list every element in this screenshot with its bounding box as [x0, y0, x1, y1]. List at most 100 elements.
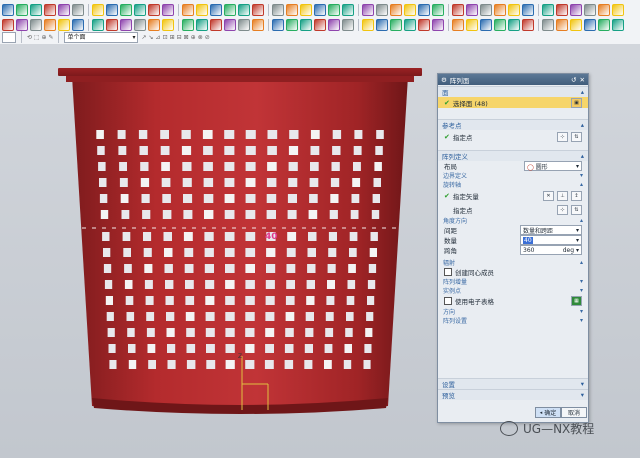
boss-icon[interactable]: [362, 19, 374, 31]
shell-icon[interactable]: [106, 19, 118, 31]
rectangle-icon[interactable]: [494, 4, 506, 16]
spacing-select[interactable]: 数量和跨距 ▾: [520, 225, 582, 235]
mirror-icon[interactable]: [570, 4, 582, 16]
snap-icon[interactable]: [314, 4, 326, 16]
color-icon[interactable]: [342, 4, 354, 16]
rotate-icon[interactable]: [300, 4, 312, 16]
select-icon[interactable]: [362, 4, 374, 16]
concentric-row[interactable]: 创建同心成员: [438, 267, 588, 277]
settings-icon[interactable]: [286, 19, 298, 31]
measure-icon[interactable]: [224, 4, 236, 16]
rotate-icon[interactable]: [598, 19, 610, 31]
rectangle-icon[interactable]: [72, 19, 84, 31]
zoom-icon[interactable]: [272, 4, 284, 16]
revolve-icon[interactable]: [44, 4, 56, 16]
hole-icon[interactable]: [58, 4, 70, 16]
view-icon[interactable]: [196, 19, 208, 31]
reset-icon[interactable]: ↺: [571, 76, 576, 84]
section-array-header[interactable]: 阵列定义 ▴: [438, 150, 588, 161]
extrude-icon[interactable]: [390, 4, 402, 16]
line-icon[interactable]: [390, 19, 402, 31]
snap-icon[interactable]: [612, 19, 624, 31]
array-settings-header[interactable]: 阵列设置 ▾: [438, 316, 588, 325]
sketch-icon[interactable]: [376, 19, 388, 31]
section-settings-header[interactable]: 设置 ▾: [438, 378, 588, 389]
render-icon[interactable]: [252, 4, 264, 16]
color-icon[interactable]: [272, 19, 284, 31]
section-ref-header[interactable]: 参考点 ▴: [438, 119, 588, 130]
pan-icon[interactable]: [584, 19, 596, 31]
spreadsheet-icon[interactable]: ▦: [571, 296, 582, 306]
render-icon[interactable]: [612, 4, 624, 16]
face-select-icon[interactable]: ▣: [571, 97, 582, 108]
radiate-header[interactable]: 辐射 ▴: [438, 258, 588, 267]
fillet-icon[interactable]: [508, 4, 520, 16]
layout-select[interactable]: ◯ 圆形 ▾: [524, 161, 582, 171]
spreadsheet-row[interactable]: 使用电子表格 ▦: [438, 295, 588, 307]
span-input[interactable]: 360 deg ▾: [520, 245, 582, 255]
orientation-header[interactable]: 方向 ▾: [438, 307, 588, 316]
line-icon[interactable]: [452, 4, 464, 16]
sketch-icon[interactable]: [16, 19, 28, 31]
circle-icon[interactable]: [418, 19, 430, 31]
pan-icon[interactable]: [224, 19, 236, 31]
trim-icon[interactable]: [182, 4, 194, 16]
chamfer-icon[interactable]: [522, 4, 534, 16]
array-increment-header[interactable]: 阵列增量 ▾: [438, 277, 588, 286]
angle-dir-header[interactable]: 角度方向 ▴: [438, 216, 588, 225]
rectangle-icon[interactable]: [134, 4, 146, 16]
chamfer-icon[interactable]: [162, 4, 174, 16]
layer-icon[interactable]: [16, 4, 28, 16]
point-type-dropdown[interactable]: ⇅: [571, 204, 582, 215]
cancel-button[interactable]: 取消: [561, 407, 587, 418]
instance-point-header[interactable]: 实例点 ▾: [438, 286, 588, 295]
vector-type-dropdown[interactable]: ↥: [571, 191, 582, 201]
analysis-icon[interactable]: [238, 4, 250, 16]
measure-icon[interactable]: [522, 19, 534, 31]
measure-icon[interactable]: [584, 4, 596, 16]
extrude-icon[interactable]: [328, 19, 340, 31]
shell-icon[interactable]: [466, 19, 478, 31]
trim-icon[interactable]: [120, 19, 132, 31]
arc-icon[interactable]: [466, 4, 478, 16]
axis-point-row[interactable]: 指定点 ⊹ ⇅: [438, 203, 588, 216]
line-icon[interactable]: [92, 4, 104, 16]
concentric-checkbox[interactable]: [444, 268, 452, 276]
trim-icon[interactable]: [542, 4, 554, 16]
point-dialog-icon[interactable]: ⊹: [557, 204, 568, 215]
circle-icon[interactable]: [120, 4, 132, 16]
render-icon[interactable]: [542, 19, 554, 31]
spreadsheet-checkbox[interactable]: [444, 297, 452, 305]
rotation-axis-header[interactable]: 旋转轴 ▴: [438, 180, 588, 189]
vector-dialog-icon[interactable]: ⊥: [557, 191, 568, 201]
boss-icon[interactable]: [432, 4, 444, 16]
menu-combo[interactable]: [2, 31, 16, 43]
arc-icon[interactable]: [44, 19, 56, 31]
filter-select[interactable]: 单个面 ▾: [64, 31, 139, 43]
trim-icon[interactable]: [480, 19, 492, 31]
rectangle-icon[interactable]: [432, 19, 444, 31]
pan-icon[interactable]: [286, 4, 298, 16]
ok-button[interactable]: ◂ 确定: [535, 407, 561, 418]
circle-icon[interactable]: [58, 19, 70, 31]
chamfer-icon[interactable]: [452, 19, 464, 31]
ref-point-row[interactable]: ✔ 指定点 ⊹ ⇅: [438, 130, 588, 144]
chamfer-icon[interactable]: [92, 19, 104, 31]
array-icon[interactable]: [494, 19, 506, 31]
array-icon[interactable]: [134, 19, 146, 31]
boss-icon[interactable]: [2, 19, 14, 31]
render-icon[interactable]: [182, 19, 194, 31]
circle-icon[interactable]: [480, 4, 492, 16]
mirror-icon[interactable]: [148, 19, 160, 31]
zoom-icon[interactable]: [570, 19, 582, 31]
section-face-header[interactable]: 面 ▴: [438, 86, 588, 97]
point-dialog-icon[interactable]: ⊹: [557, 132, 568, 142]
array-icon[interactable]: [556, 4, 568, 16]
mirror-icon[interactable]: [210, 4, 222, 16]
hole-icon[interactable]: [418, 4, 430, 16]
layer-icon[interactable]: [314, 19, 326, 31]
revolve-icon[interactable]: [404, 4, 416, 16]
specify-vector-row[interactable]: ✔ 指定矢量 ✕ ⊥ ↥: [438, 189, 588, 203]
reverse-direction-icon[interactable]: ✕: [543, 191, 554, 201]
select-icon[interactable]: [300, 19, 312, 31]
